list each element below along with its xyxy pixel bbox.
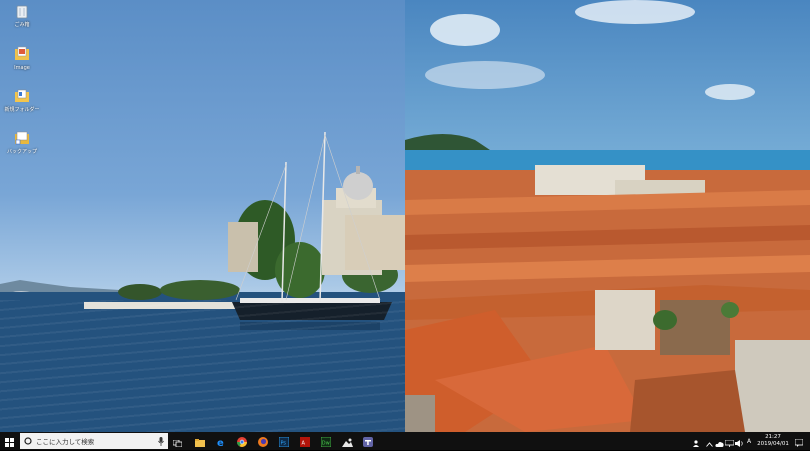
folder-shortcut-icon — [14, 130, 30, 146]
svg-text:Ps: Ps — [281, 440, 287, 446]
desktop-icon-new-folder[interactable]: 新規フォルダー — [4, 88, 40, 113]
photos-icon — [341, 432, 353, 451]
photoshop-button[interactable]: Ps — [276, 432, 292, 450]
desktop-icon-recycle-bin[interactable]: ごみ箱 — [4, 3, 40, 28]
desktop-icon-label: 新規フォルダー — [4, 107, 40, 113]
folder-icon — [14, 88, 30, 104]
acrobat-icon: A — [300, 432, 310, 451]
rooftops-scene — [405, 0, 810, 432]
edge-button[interactable]: e — [213, 432, 229, 450]
edge-icon: e — [216, 432, 226, 451]
people-button[interactable] — [692, 432, 702, 450]
desktop-icon-image[interactable]: Image — [4, 46, 40, 71]
input-method-button[interactable]: A — [744, 432, 754, 450]
photoshop-icon: Ps — [278, 432, 290, 451]
teams-button[interactable] — [360, 432, 376, 450]
onedrive-icon — [714, 432, 724, 451]
photos-button[interactable] — [339, 432, 355, 450]
cloud-button[interactable] — [714, 432, 724, 450]
svg-text:Dw: Dw — [322, 440, 330, 446]
task-view-icon — [172, 432, 182, 451]
svg-text:e: e — [217, 438, 224, 447]
search-box[interactable]: ここに入力して検索 — [20, 433, 168, 449]
people-icon — [693, 432, 701, 451]
desktop-icon-backup[interactable]: バックアップ — [4, 130, 40, 155]
chrome-icon — [237, 432, 247, 451]
network-button[interactable] — [724, 432, 734, 450]
windows-logo-icon — [5, 432, 14, 451]
taskbar: ここに入力して検索 e Ps A Dw — [0, 432, 405, 450]
left-wallpaper — [0, 0, 405, 432]
chevron-up-icon — [705, 432, 713, 451]
dreamweaver-button[interactable]: Dw — [318, 432, 334, 450]
right-wallpaper — [405, 0, 810, 432]
microphone-icon[interactable] — [158, 437, 164, 446]
teams-icon — [363, 432, 373, 451]
dreamweaver-icon: Dw — [320, 432, 332, 451]
file-explorer-icon — [195, 432, 205, 451]
task-view-button[interactable] — [170, 432, 184, 450]
desktop-icon-label: Image — [14, 65, 30, 71]
acrobat-button[interactable]: A — [297, 432, 313, 450]
svg-text:A: A — [302, 440, 306, 446]
clock-time: 21:27 — [765, 434, 781, 440]
clock[interactable]: 21:27 2019/04/01 — [757, 432, 789, 450]
start-button[interactable] — [0, 432, 19, 450]
cortana-icon — [24, 437, 32, 445]
firefox-icon — [258, 432, 268, 451]
desktop-icon-label: ごみ箱 — [14, 22, 30, 28]
ime-icon: A — [746, 437, 752, 445]
notification-icon — [794, 432, 804, 451]
clock-date: 2019/04/01 — [757, 441, 789, 447]
action-center-button[interactable] — [792, 432, 806, 450]
image-folder-icon — [14, 46, 30, 62]
show-hidden-icons-button[interactable] — [704, 432, 714, 450]
chrome-button[interactable] — [234, 432, 250, 450]
secondary-taskbar: A 21:27 2019/04/01 — [405, 432, 810, 450]
desktop-icon-label: バックアップ — [6, 149, 37, 155]
recycle-bin-icon — [14, 3, 30, 19]
file-explorer-button[interactable] — [192, 432, 208, 450]
network-icon — [724, 432, 734, 451]
speaker-icon — [734, 432, 744, 451]
search-placeholder: ここに入力して検索 — [36, 438, 95, 446]
volume-button[interactable] — [734, 432, 744, 450]
firefox-button[interactable] — [255, 432, 271, 450]
